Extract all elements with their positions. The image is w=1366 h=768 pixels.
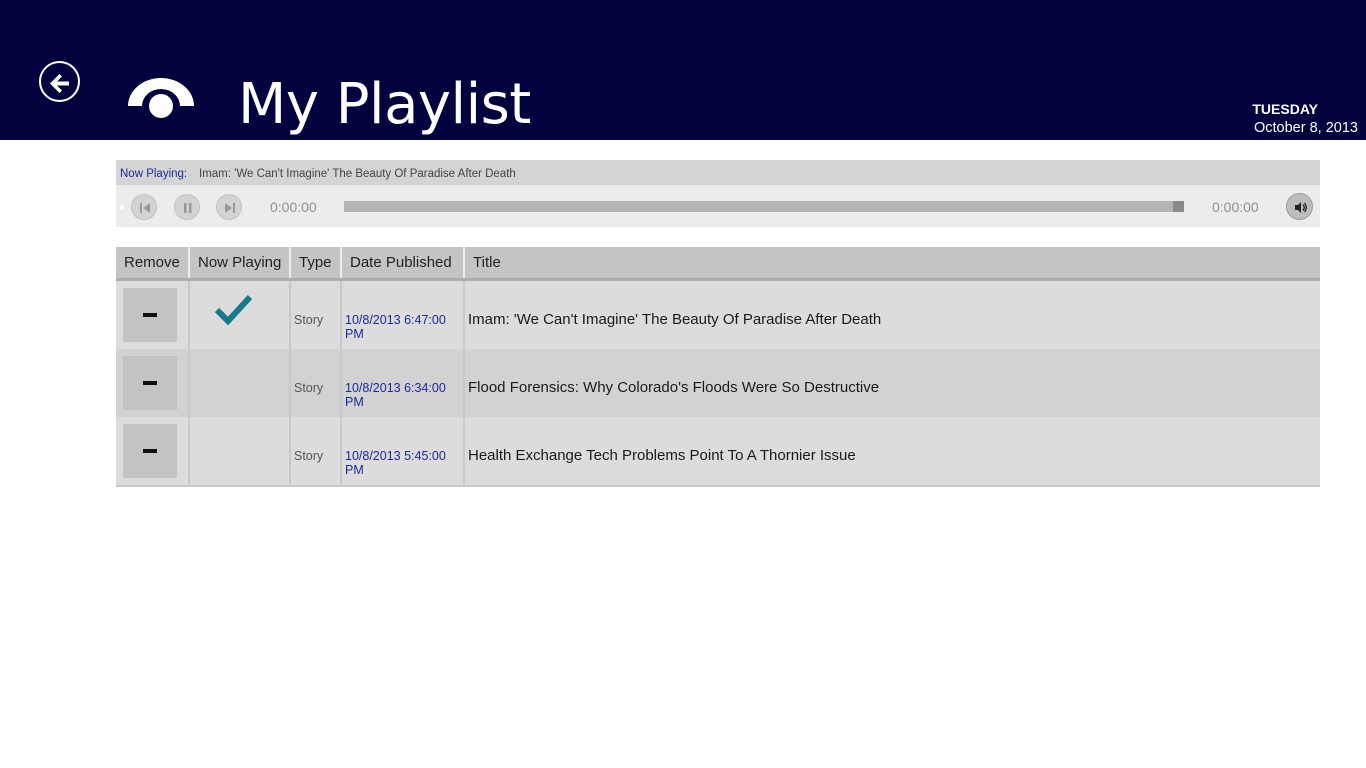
next-button[interactable] bbox=[216, 194, 242, 220]
next-icon bbox=[225, 203, 235, 213]
minus-icon bbox=[143, 449, 157, 453]
page-title: My Playlist bbox=[238, 72, 531, 137]
progress-slider[interactable] bbox=[344, 201, 1184, 212]
progress-thumb[interactable] bbox=[1173, 201, 1184, 212]
minus-icon bbox=[143, 313, 157, 317]
volume-button[interactable] bbox=[1286, 193, 1313, 220]
total-time: 0:00:00 bbox=[1212, 199, 1259, 215]
column-header-date-published[interactable]: Date Published bbox=[342, 247, 465, 278]
app-header: My Playlist TUESDAY October 8, 2013 bbox=[0, 0, 1366, 140]
now-playing-title: Imam: 'We Can't Imagine' The Beauty Of P… bbox=[199, 168, 516, 180]
now-playing-cell bbox=[190, 417, 291, 485]
date-published-value: 10/8/2013 5:45:00 PM bbox=[345, 449, 446, 477]
column-header-type[interactable]: Type bbox=[291, 247, 342, 278]
table-header: Remove Now Playing Type Date Published T… bbox=[116, 247, 1320, 281]
playlist-table: Remove Now Playing Type Date Published T… bbox=[116, 247, 1320, 487]
status-dot bbox=[120, 205, 124, 209]
title-cell: Flood Forensics: Why Colorado's Floods W… bbox=[465, 349, 1320, 417]
now-playing-cell bbox=[190, 349, 291, 417]
day-label: TUESDAY bbox=[1252, 101, 1318, 117]
title-cell: Health Exchange Tech Problems Point To A… bbox=[465, 417, 1320, 485]
now-playing-bar: Now Playing: Imam: 'We Can't Imagine' Th… bbox=[116, 160, 1320, 185]
remove-cell bbox=[116, 349, 190, 417]
table-bottom-border bbox=[116, 485, 1320, 487]
table-row[interactable]: Story 10/8/2013 5:45:00 PM Health Exchan… bbox=[116, 417, 1320, 485]
app-logo bbox=[126, 76, 196, 122]
media-player: Now Playing: Imam: 'We Can't Imagine' Th… bbox=[116, 160, 1320, 227]
volume-icon bbox=[1295, 202, 1307, 213]
title-value: Flood Forensics: Why Colorado's Floods W… bbox=[468, 379, 880, 396]
table-row[interactable]: Story 10/8/2013 6:34:00 PM Flood Forensi… bbox=[116, 349, 1320, 417]
type-value: Story bbox=[294, 381, 324, 395]
type-value: Story bbox=[294, 313, 324, 327]
now-playing-cell bbox=[190, 281, 291, 349]
logo-icon bbox=[128, 78, 194, 118]
date-published-value: 10/8/2013 6:34:00 PM bbox=[345, 381, 446, 409]
title-cell: Imam: 'We Can't Imagine' The Beauty Of P… bbox=[465, 281, 1320, 349]
back-button[interactable] bbox=[39, 61, 80, 102]
previous-button[interactable] bbox=[131, 194, 157, 220]
checkmark-icon bbox=[214, 294, 253, 326]
minus-icon bbox=[143, 381, 157, 385]
column-header-title[interactable]: Title bbox=[465, 247, 1320, 278]
type-value: Story bbox=[294, 449, 324, 463]
date-cell: 10/8/2013 5:45:00 PM bbox=[342, 417, 465, 485]
date-cell: 10/8/2013 6:34:00 PM bbox=[342, 349, 465, 417]
column-header-now-playing[interactable]: Now Playing bbox=[190, 247, 291, 278]
remove-button[interactable] bbox=[123, 424, 177, 478]
remove-button[interactable] bbox=[123, 288, 177, 342]
back-arrow-icon bbox=[50, 74, 69, 93]
type-cell: Story bbox=[291, 349, 342, 417]
now-playing-label: Now Playing: bbox=[120, 168, 188, 180]
current-time: 0:00:00 bbox=[270, 199, 317, 215]
date-cell: 10/8/2013 6:47:00 PM bbox=[342, 281, 465, 349]
title-value: Imam: 'We Can't Imagine' The Beauty Of P… bbox=[468, 311, 882, 328]
date-label: October 8, 2013 bbox=[1254, 120, 1358, 136]
type-cell: Story bbox=[291, 281, 342, 349]
table-row[interactable]: Story 10/8/2013 6:47:00 PM Imam: 'We Can… bbox=[116, 281, 1320, 349]
previous-icon bbox=[140, 203, 150, 213]
pause-button[interactable] bbox=[174, 194, 200, 220]
column-header-remove[interactable]: Remove bbox=[116, 247, 190, 278]
remove-cell bbox=[116, 417, 190, 485]
pause-icon bbox=[184, 203, 192, 213]
title-value: Health Exchange Tech Problems Point To A… bbox=[468, 447, 856, 464]
date-published-value: 10/8/2013 6:47:00 PM bbox=[345, 313, 446, 341]
type-cell: Story bbox=[291, 417, 342, 485]
remove-cell bbox=[116, 281, 190, 349]
remove-button[interactable] bbox=[123, 356, 177, 410]
